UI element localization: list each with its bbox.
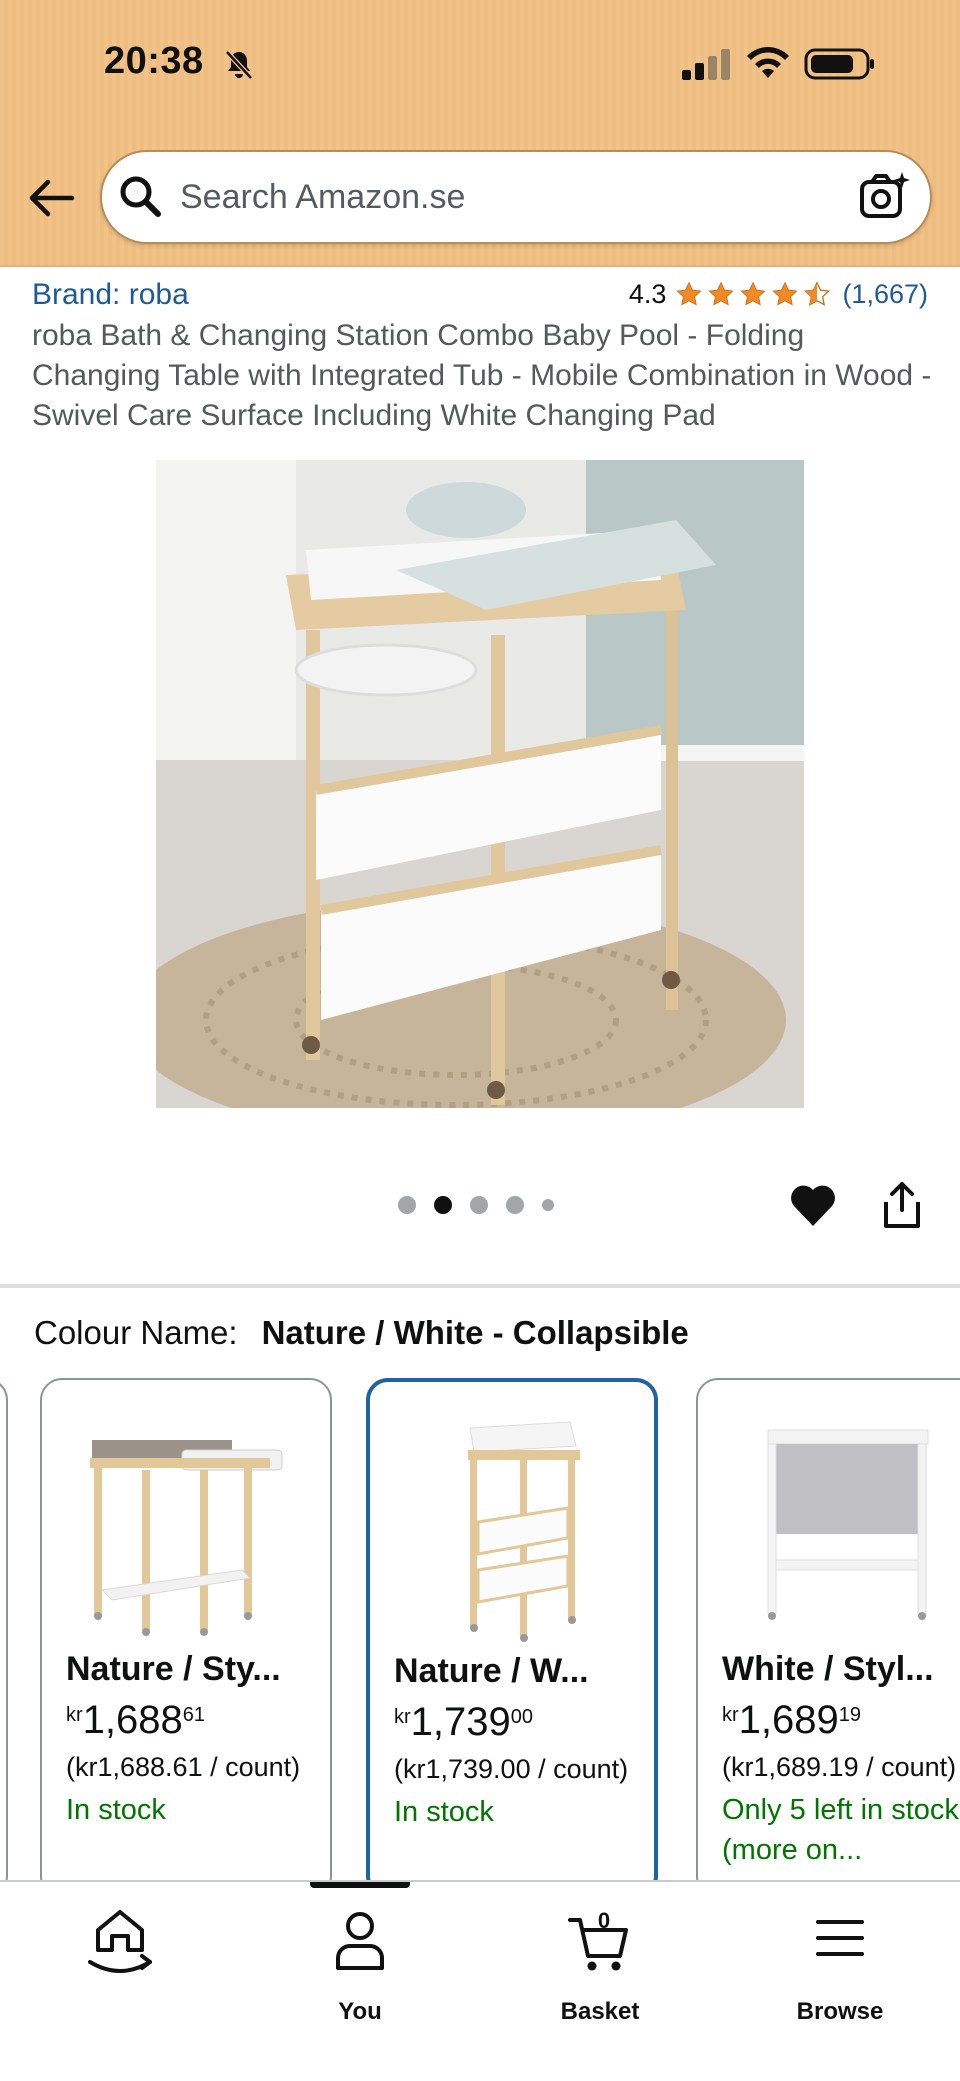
star-full-icon	[708, 281, 734, 306]
star-half-icon	[804, 281, 831, 306]
variant-card-selected[interactable]: Nature / W... kr 1,739 00 (kr1,739.00 / …	[366, 1378, 658, 1880]
variant-thumbnail	[468, 1421, 580, 1642]
nav-basket[interactable]: 0 Basket	[500, 1902, 700, 2052]
share-icon[interactable]	[880, 1180, 924, 1230]
variant-thumbnail	[767, 1429, 929, 1620]
variant-name: Nature / W...	[394, 1652, 589, 1690]
back-arrow-icon[interactable]	[26, 176, 76, 220]
section-divider	[0, 1284, 960, 1288]
variant-card-partial[interactable]	[0, 1378, 8, 1880]
nav-home[interactable]	[20, 1902, 220, 2052]
nav-basket-label: Basket	[560, 1998, 640, 2025]
cellular-signal-icon	[682, 49, 730, 80]
colour-value: Nature / White - Collapsible	[261, 1314, 689, 1351]
nav-browse-label: Browse	[796, 1998, 884, 2025]
heart-icon[interactable]	[788, 1180, 838, 1230]
app-header: 20:38	[0, 0, 960, 267]
home-icon	[88, 1910, 152, 1973]
bottom-navigation: You 0 Basket Browse	[0, 1880, 960, 2081]
product-main-image[interactable]	[156, 460, 804, 1108]
nav-you[interactable]: You	[260, 1902, 460, 2052]
price-currency: kr	[66, 1704, 83, 1726]
status-time: 20:38	[104, 40, 204, 82]
variant-unit-price: (kr1,739.00 / count)	[394, 1754, 629, 1784]
star-full-icon	[676, 281, 702, 306]
person-icon	[336, 1912, 384, 1970]
nav-browse[interactable]: Browse	[740, 1902, 940, 2052]
variant-stock-status: Only 5 left in stock (more on...	[722, 1794, 959, 1866]
star-full-icon	[772, 281, 798, 306]
brand-link[interactable]: Brand: roba	[32, 278, 189, 312]
variant-stock-status: In stock	[66, 1794, 166, 1826]
carousel-dot[interactable]	[398, 1196, 416, 1214]
colour-selection-heading: Colour Name: Nature / White - Collapsibl…	[34, 1314, 689, 1352]
variant-name: White / Styl...	[722, 1650, 934, 1688]
variant-thumbnail	[90, 1440, 283, 1636]
star-full-icon	[740, 281, 766, 306]
menu-icon	[816, 1920, 864, 1956]
price-fraction: 19	[838, 1704, 862, 1726]
variant-unit-price: (kr1,689.19 / count)	[722, 1752, 957, 1782]
nav-you-label: You	[338, 1998, 382, 2025]
battery-icon	[804, 48, 874, 80]
search-input[interactable]	[180, 170, 820, 224]
variant-price: kr 1,739 00	[394, 1700, 533, 1745]
price-currency: kr	[722, 1704, 739, 1726]
variant-unit-price: (kr1,688.61 / count)	[66, 1752, 301, 1782]
image-carousel-dots[interactable]	[398, 1196, 554, 1214]
variant-card[interactable]: White / Styl... kr 1,689 19 (kr1,689.19 …	[696, 1378, 960, 1880]
camera-search-icon[interactable]	[858, 170, 910, 222]
carousel-dot-active[interactable]	[434, 1196, 452, 1214]
rating-summary[interactable]: 4.3 (1,667)	[629, 276, 928, 312]
wifi-icon	[747, 47, 789, 78]
variant-card[interactable]: Nature / Sty... kr 1,688 61 (kr1,688.61 …	[40, 1378, 332, 1880]
variant-carousel[interactable]: Nature / Sty... kr 1,688 61 (kr1,688.61 …	[0, 1378, 960, 1880]
price-whole: 1,739	[410, 1700, 511, 1744]
variant-name: Nature / Sty...	[66, 1650, 281, 1688]
active-tab-indicator	[310, 1882, 410, 1888]
product-title: roba Bath & Changing Station Combo Baby …	[32, 319, 932, 432]
variant-stock-status: In stock	[394, 1796, 494, 1828]
carousel-dot[interactable]	[542, 1199, 554, 1211]
carousel-dot[interactable]	[470, 1196, 488, 1214]
price-fraction: 61	[182, 1704, 206, 1726]
price-whole: 1,689	[738, 1698, 839, 1742]
bell-muted-icon	[225, 50, 253, 80]
carousel-dot[interactable]	[506, 1196, 524, 1214]
variant-price: kr 1,688 61	[66, 1698, 205, 1743]
cart-icon: 0	[568, 1908, 628, 1971]
price-whole: 1,688	[82, 1698, 183, 1742]
variant-price: kr 1,689 19	[722, 1698, 861, 1743]
rating-value: 4.3	[628, 278, 667, 309]
colour-label: Colour Name:	[34, 1314, 238, 1351]
search-icon	[120, 176, 161, 217]
price-currency: kr	[394, 1706, 411, 1728]
price-fraction: 00	[510, 1706, 534, 1728]
basket-count: 0	[598, 1908, 610, 1933]
rating-count-link[interactable]: (1,667)	[842, 279, 928, 310]
